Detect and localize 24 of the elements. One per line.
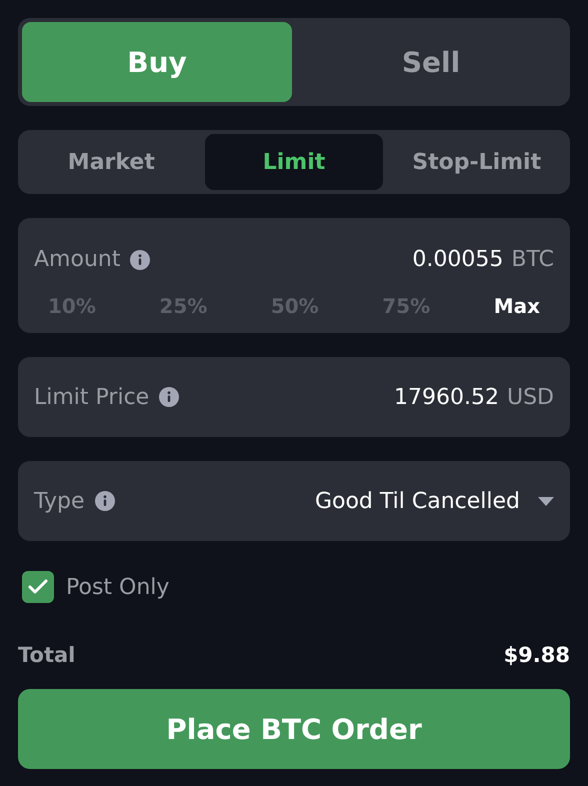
info-icon[interactable] xyxy=(130,250,150,270)
side-tab[interactable]: Buy xyxy=(22,22,292,102)
order-type-tab[interactable]: Market xyxy=(22,134,201,190)
info-icon[interactable] xyxy=(94,491,115,511)
checkmark-icon xyxy=(28,579,48,595)
type-select[interactable]: Good Til Cancelled xyxy=(314,488,554,514)
limit-price-value[interactable]: 17960.52 xyxy=(394,384,499,410)
total-value: $9.88 xyxy=(504,643,570,667)
amount-value[interactable]: 0.00055 xyxy=(412,247,504,272)
order-type-tab[interactable]: Limit xyxy=(204,134,384,190)
post-only-label: Post Only xyxy=(66,574,170,600)
limit-price-label: Limit Price xyxy=(34,384,150,410)
side-tab[interactable]: Sell xyxy=(296,22,566,102)
total-label: Total xyxy=(18,643,76,667)
price-unit: USD xyxy=(506,384,554,410)
amount-label: Amount xyxy=(34,247,120,272)
order-type-tab[interactable]: Stop-Limit xyxy=(387,134,566,190)
amount-unit: BTC xyxy=(511,247,554,272)
caret-icon xyxy=(538,496,554,506)
place-order-button[interactable]: Place BTC Order xyxy=(18,689,570,769)
info-icon[interactable] xyxy=(159,387,180,407)
type-label: Type xyxy=(34,488,85,514)
post-only-checkbox[interactable] xyxy=(22,571,54,603)
amount-preset[interactable]: Max xyxy=(494,294,540,318)
